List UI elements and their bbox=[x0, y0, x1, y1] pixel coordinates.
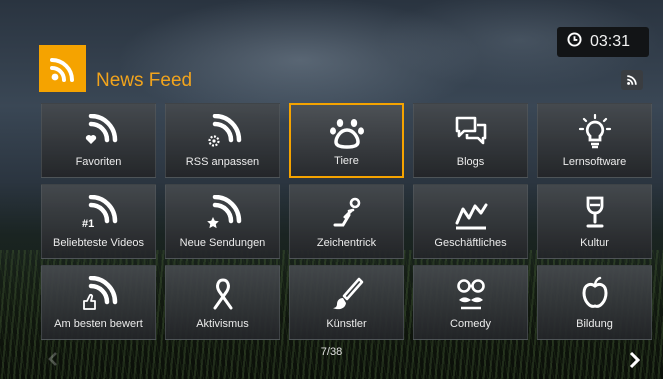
tile-kuenstler[interactable]: Künstler bbox=[289, 265, 404, 340]
tile-tiere[interactable]: Tiere bbox=[289, 103, 404, 178]
trend-chart-icon bbox=[441, 195, 501, 231]
next-page-icon[interactable] bbox=[626, 349, 642, 371]
tile-aktivismus[interactable]: Aktivismus bbox=[165, 265, 280, 340]
page-indicator: 7/38 bbox=[320, 346, 343, 358]
tile-beliebteste-videos[interactable]: #1 Beliebteste Videos bbox=[41, 184, 156, 259]
tile-label: Bildung bbox=[576, 318, 613, 330]
tile-rss-anpassen[interactable]: RSS anpassen bbox=[165, 103, 280, 178]
tile-favoriten[interactable]: Favoriten bbox=[41, 103, 156, 178]
tile-label: Favoriten bbox=[75, 156, 122, 168]
lightbulb-icon bbox=[565, 114, 625, 150]
category-grid: Favoriten RSS anpassen Tiere Blogs Lerns… bbox=[41, 103, 652, 340]
svg-text:#1: #1 bbox=[82, 218, 94, 230]
rss-gear-icon bbox=[193, 114, 253, 150]
tile-comedy[interactable]: Comedy bbox=[413, 265, 528, 340]
tile-kultur[interactable]: Kultur bbox=[537, 184, 652, 259]
rss-top-icon: #1 bbox=[69, 195, 129, 231]
paw-icon bbox=[317, 115, 377, 151]
tile-label: Blogs bbox=[456, 156, 485, 168]
tile-label: Am besten bewert bbox=[54, 318, 143, 330]
tile-label: Neue Sendungen bbox=[179, 237, 266, 249]
tile-label: Künstler bbox=[326, 318, 367, 330]
tile-label: Beliebteste Videos bbox=[53, 237, 144, 249]
tile-label: Kultur bbox=[580, 237, 609, 249]
glasses-mustache-icon bbox=[441, 276, 501, 312]
brush-icon bbox=[317, 276, 377, 312]
tile-label: RSS anpassen bbox=[185, 156, 260, 168]
goblet-icon bbox=[565, 195, 625, 231]
tile-geschaeftliches[interactable]: Geschäftliches bbox=[413, 184, 528, 259]
tile-label: Lernsoftware bbox=[562, 156, 627, 168]
ribbon-icon bbox=[193, 276, 253, 312]
apple-icon bbox=[565, 276, 625, 312]
jump-icon bbox=[317, 195, 377, 231]
tile-label: Aktivismus bbox=[196, 318, 249, 330]
tile-am-besten-bewertet[interactable]: Am besten bewert bbox=[41, 265, 156, 340]
rss-heart-icon bbox=[69, 114, 129, 150]
page-title: News Feed bbox=[96, 70, 193, 91]
tile-zeichentrick[interactable]: Zeichentrick bbox=[289, 184, 404, 259]
rss-small-icon bbox=[621, 70, 643, 90]
clock-time: 03:31 bbox=[590, 33, 631, 50]
tile-label: Comedy bbox=[450, 318, 491, 330]
tile-label: Geschäftliches bbox=[434, 237, 507, 249]
tile-neue-sendungen[interactable]: Neue Sendungen bbox=[165, 184, 280, 259]
rss-thumb-icon bbox=[69, 276, 129, 312]
chat-bubbles-icon bbox=[441, 114, 501, 150]
clock: 03:31 bbox=[557, 27, 649, 57]
tile-label: Tiere bbox=[334, 155, 359, 167]
rss-logo-icon bbox=[39, 45, 86, 92]
tile-label: Zeichentrick bbox=[316, 237, 377, 249]
rss-star-icon bbox=[193, 195, 253, 231]
clock-icon bbox=[567, 32, 582, 52]
tile-bildung[interactable]: Bildung bbox=[537, 265, 652, 340]
tile-blogs[interactable]: Blogs bbox=[413, 103, 528, 178]
tile-lernsoftware[interactable]: Lernsoftware bbox=[537, 103, 652, 178]
